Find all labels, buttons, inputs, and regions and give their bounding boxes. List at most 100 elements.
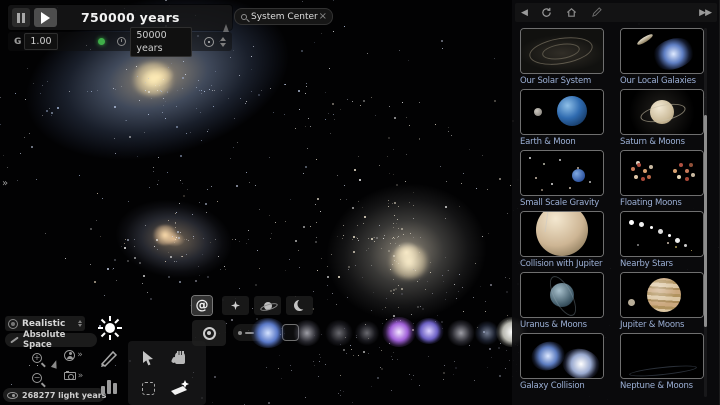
home-icon[interactable] — [566, 7, 577, 18]
create-tool-button[interactable] — [166, 374, 194, 400]
camera-icon — [64, 372, 76, 380]
step-down-icon[interactable] — [220, 43, 226, 47]
palette-galaxy-dim-2[interactable] — [324, 320, 354, 346]
gravity-input[interactable]: 1.00 — [24, 33, 58, 50]
spawn-object-button[interactable] — [192, 320, 226, 346]
space-mode-value: Absolute Space — [23, 330, 93, 350]
sim-card-our-solar-system[interactable]: Our Solar System — [520, 28, 616, 89]
zoom-out-button[interactable]: − — [28, 370, 46, 386]
dropdown-arrows-icon — [78, 320, 82, 327]
floating-moons-art — [621, 151, 703, 195]
simulation-settings-bar: G 1.00 50000 years — [8, 32, 232, 51]
view-distance-display[interactable]: 268277 light years — [3, 388, 105, 402]
sim-thumbnail — [620, 272, 704, 318]
jupiter-collision-art — [521, 212, 603, 256]
sim-card-earth-moon[interactable]: Earth & Moon — [520, 89, 616, 150]
focus-system-button[interactable] — [219, 8, 232, 24]
view-distance-value: 268277 light years — [22, 391, 106, 400]
paint-tool-button[interactable] — [96, 346, 122, 370]
category-tab-stars[interactable] — [222, 296, 249, 315]
status-indicator-dot — [98, 38, 105, 45]
refresh-icon[interactable] — [541, 7, 552, 18]
search-input[interactable]: System Center — [251, 12, 319, 22]
pause-button[interactable] — [12, 8, 30, 27]
sim-card-saturn-moons[interactable]: Saturn & Moons — [620, 89, 716, 150]
category-tab-planets[interactable] — [254, 296, 281, 315]
select-tool-button[interactable] — [136, 346, 160, 370]
ship-icon — [50, 358, 60, 370]
edit-icon[interactable] — [591, 7, 602, 18]
sim-card-label: Saturn & Moons — [620, 137, 716, 147]
saturn-art — [621, 90, 703, 134]
sim-card-label: Jupiter & Moons — [620, 320, 716, 330]
sim-card-label: Floating Moons — [620, 198, 716, 208]
simulation-time-display: 750000 years — [81, 10, 180, 25]
category-tab-galaxies[interactable]: @ — [192, 296, 212, 315]
palette-galaxy-purple-cluster[interactable] — [382, 317, 416, 347]
back-button[interactable]: ◀ — [521, 8, 527, 18]
time-step-stepper[interactable] — [220, 37, 226, 47]
sim-card-collision-with-jupiter[interactable]: Collision with Jupiter — [520, 211, 616, 272]
sim-thumbnail — [620, 89, 704, 135]
palette-galaxy-blue-spiral[interactable] — [250, 318, 286, 348]
left-panel-expander[interactable]: » — [2, 178, 7, 189]
sim-thumbnail — [520, 211, 604, 257]
sim-card-floating-moons[interactable]: Floating Moons — [620, 150, 716, 211]
search-box[interactable]: System Center × — [234, 8, 333, 25]
gravity-art — [521, 151, 603, 195]
sim-card-galaxy-collision[interactable]: Galaxy Collision — [520, 333, 616, 394]
sim-card-jupiter-moons[interactable]: Jupiter & Moons — [620, 272, 716, 333]
category-tab-moons[interactable] — [286, 296, 313, 315]
clear-search-icon[interactable]: × — [319, 12, 327, 22]
slider-knob[interactable] — [238, 331, 242, 335]
sim-card-our-local-galaxies[interactable]: Our Local Galaxies — [620, 28, 716, 89]
zoom-in-icon: + — [32, 353, 42, 363]
sim-card-neptune-moons[interactable]: Neptune & Moons — [620, 333, 716, 394]
palette-galaxy-violet[interactable] — [414, 318, 444, 344]
simulations-panel: ◀ ▶▶ Our Solar System Our Local Galaxies — [512, 0, 720, 405]
panel-scrollbar-thumb[interactable] — [704, 115, 707, 327]
chase-view-button[interactable]: » — [60, 348, 86, 362]
nearby-stars-art — [621, 212, 703, 256]
ringed-planet-icon — [260, 300, 276, 312]
play-button[interactable] — [34, 8, 57, 27]
sim-card-label: Neptune & Moons — [620, 381, 716, 391]
sim-card-small-scale-gravity[interactable]: Small Scale Gravity — [520, 150, 616, 211]
zoom-in-button[interactable]: + — [28, 350, 46, 366]
sim-card-nearby-stars[interactable]: Nearby Stars — [620, 211, 716, 272]
background-galaxy-small-tan — [77, 160, 279, 319]
lighting-button[interactable] — [94, 313, 126, 343]
time-step-input[interactable]: 50000 years — [130, 27, 192, 57]
galaxy-core-glow — [152, 225, 178, 245]
sim-card-label: Our Solar System — [520, 76, 616, 86]
lasso-select-button[interactable] — [136, 376, 160, 400]
time-mode-icon[interactable] — [204, 37, 214, 47]
sim-card-label: Our Local Galaxies — [620, 76, 716, 86]
charts-button[interactable] — [96, 374, 122, 400]
camera-view-button[interactable]: » — [60, 369, 86, 383]
galaxy-collision-art — [521, 334, 603, 378]
sim-thumbnail — [520, 89, 604, 135]
simulation-viewport[interactable]: 750000 years G 1.00 50000 years System C… — [0, 0, 720, 405]
space-mode-icon — [9, 335, 19, 345]
skip-glyph: » — [78, 371, 83, 381]
palette-galaxy-dim-3[interactable] — [354, 321, 380, 345]
space-mode-toggle[interactable]: Absolute Space — [5, 333, 97, 347]
crescent-moon-icon — [294, 300, 305, 311]
neptune-art — [621, 334, 703, 378]
render-mode-value: Realistic — [22, 319, 74, 329]
dashed-selection-icon — [142, 382, 155, 395]
local-galaxies-art — [621, 29, 703, 73]
sun-icon — [97, 315, 123, 341]
pause-icon — [17, 13, 25, 23]
render-mode-dropdown[interactable]: Realistic — [5, 316, 85, 331]
cursor-icon — [142, 351, 155, 366]
pan-tool-button[interactable] — [168, 346, 192, 370]
step-up-icon[interactable] — [220, 37, 226, 41]
forward-button[interactable]: ▶▶ — [699, 8, 711, 18]
jupiter-art — [621, 273, 703, 317]
palette-galaxy-dim-1[interactable] — [292, 320, 322, 346]
palette-galaxy-dim-4[interactable] — [446, 320, 476, 346]
galaxy-core-glow — [388, 245, 430, 279]
sim-card-uranus-moons[interactable]: Uranus & Moons — [520, 272, 616, 333]
